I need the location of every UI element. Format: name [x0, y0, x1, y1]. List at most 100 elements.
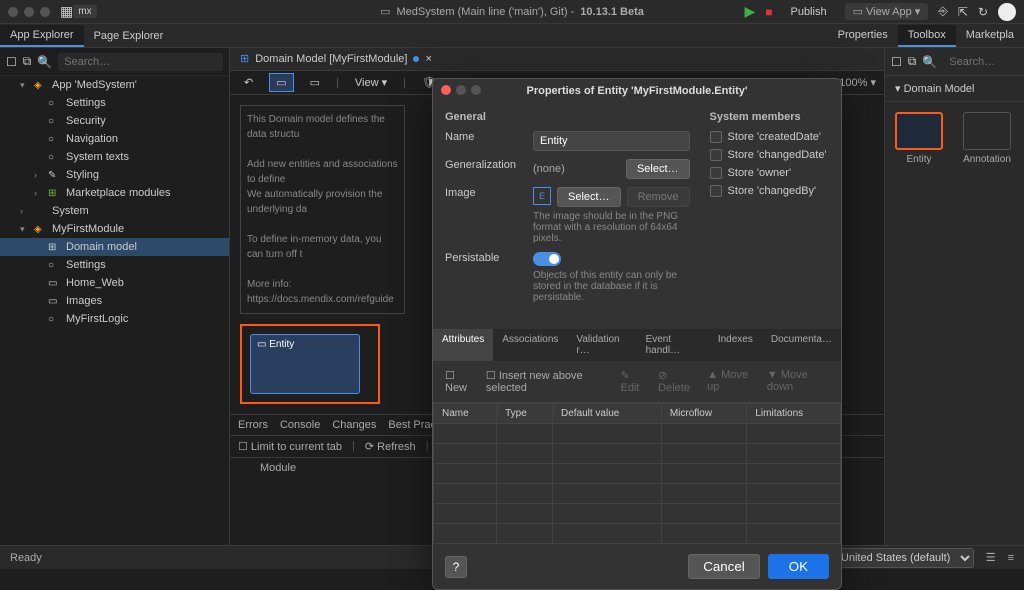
dialog-tab-documenta-[interactable]: Documenta…: [762, 329, 841, 361]
zoom-level[interactable]: 100% ▾: [839, 76, 876, 89]
table-row[interactable]: [434, 484, 841, 504]
image-remove-button: Remove: [627, 187, 690, 207]
info-text-5: More info: https://docs.mendix.com/refgu…: [247, 277, 398, 307]
toolbar-icon-1[interactable]: ⎆: [938, 4, 948, 19]
sidebar-new-icon[interactable]: ☐: [6, 55, 17, 69]
limit-tab-toggle[interactable]: ☐ Limit to current tab: [238, 440, 342, 453]
dialog-close[interactable]: [441, 85, 451, 95]
dialog-tab-attributes[interactable]: Attributes: [433, 329, 493, 361]
info-text-3: We automatically provision the underlyin…: [247, 187, 398, 217]
persistable-label: Persistable: [445, 252, 525, 264]
tab-toolbox[interactable]: Toolbox: [898, 25, 956, 47]
tree-item-navigation[interactable]: ○Navigation: [0, 130, 229, 148]
toolbar-undo-icon[interactable]: ↶: [238, 74, 259, 91]
viewapp-button[interactable]: ▭ View App ▾: [845, 3, 929, 20]
avatar[interactable]: [998, 3, 1016, 21]
cancel-button[interactable]: Cancel: [688, 554, 760, 579]
image-select-button[interactable]: Select…: [557, 187, 621, 207]
dialog-tab-indexes[interactable]: Indexes: [709, 329, 762, 361]
sidebar-search[interactable]: [58, 53, 223, 71]
toolbar-entity-icon[interactable]: ▭: [269, 73, 293, 92]
table-row[interactable]: [434, 504, 841, 524]
bottom-tab-console[interactable]: Console: [280, 419, 320, 431]
tree-item-settings[interactable]: ○Settings: [0, 256, 229, 274]
run-icon[interactable]: ▶: [744, 3, 755, 20]
table-row[interactable]: [434, 464, 841, 484]
action-insert[interactable]: ☐ Insert new above selected: [486, 369, 611, 394]
col-microflow[interactable]: Microflow: [661, 404, 747, 424]
cb-createddate[interactable]: Store 'createdDate': [710, 131, 840, 143]
toolbox-section-header[interactable]: ▾ Domain Model: [885, 76, 1024, 102]
col-name[interactable]: Name: [434, 404, 497, 424]
publish-button[interactable]: Publish: [782, 4, 834, 20]
dialog-max[interactable]: [471, 85, 481, 95]
status-ready: Ready: [10, 552, 42, 564]
view-menu[interactable]: View ▾: [349, 74, 393, 91]
dialog-tab-validation-r-[interactable]: Validation r…: [567, 329, 636, 361]
tree-item-system-texts[interactable]: ○System texts: [0, 148, 229, 166]
entity-name-input[interactable]: [533, 131, 690, 151]
tab-properties[interactable]: Properties: [828, 25, 898, 47]
action-new[interactable]: ☐ New: [445, 369, 476, 394]
col-default-value[interactable]: Default value: [552, 404, 661, 424]
tab-page-explorer[interactable]: Page Explorer: [84, 26, 174, 46]
toolbar-annotation-icon[interactable]: ▭: [304, 74, 326, 91]
toolbox-icon1[interactable]: ☐: [891, 55, 902, 69]
sidebar-copy-icon[interactable]: ⧉: [23, 54, 32, 69]
modified-dot-icon: [413, 56, 419, 62]
toolbar-icon-3[interactable]: ↻: [978, 5, 988, 19]
toolbar-icon-2[interactable]: ⇱: [958, 5, 968, 19]
tree-item-settings[interactable]: ○Settings: [0, 94, 229, 112]
cb-owner[interactable]: Store 'owner': [710, 167, 840, 179]
apps-grid-icon[interactable]: ▦: [60, 3, 73, 20]
help-button[interactable]: ?: [445, 556, 467, 578]
maximize-window[interactable]: [40, 7, 50, 17]
ok-button[interactable]: OK: [768, 554, 829, 579]
view-toggle-1[interactable]: ☰: [986, 551, 996, 564]
doc-tab-domain-model[interactable]: ⊞ Domain Model [MyFirstModule] ×: [230, 48, 442, 69]
generalization-select-button[interactable]: Select…: [626, 159, 690, 179]
tab-marketplace[interactable]: Marketpla: [956, 25, 1024, 47]
view-toggle-2[interactable]: ≡: [1008, 552, 1014, 564]
dialog-tab-event-handl-[interactable]: Event handl…: [637, 329, 709, 361]
cb-changedby[interactable]: Store 'changedBy': [710, 185, 840, 197]
bottom-tab-errors[interactable]: Errors: [238, 419, 268, 431]
tree-item-home-web[interactable]: ▭Home_Web: [0, 274, 229, 292]
cb-changeddate[interactable]: Store 'changedDate': [710, 149, 840, 161]
tool-entity[interactable]: Entity: [895, 112, 943, 165]
tree-item-domain-model[interactable]: ⊞Domain model: [0, 238, 229, 256]
generalization-label: Generalization: [445, 159, 525, 171]
stop-icon[interactable]: ■: [765, 5, 772, 19]
tree-item-styling[interactable]: ›✎Styling: [0, 166, 229, 184]
entity-box[interactable]: ▭ Entity: [250, 334, 360, 394]
action-movedown: ▼ Move down: [767, 369, 829, 394]
tree-item-myfirstlogic[interactable]: ○MyFirstLogic: [0, 310, 229, 328]
refresh-button[interactable]: ⟳ Refresh: [365, 440, 416, 453]
col-limitations[interactable]: Limitations: [747, 404, 841, 424]
tree-item-marketplace-modules[interactable]: ›⊞Marketplace modules: [0, 184, 229, 202]
tree-item-app-medsystem-[interactable]: ▾◈App 'MedSystem': [0, 76, 229, 94]
close-window[interactable]: [8, 7, 18, 17]
table-row[interactable]: [434, 524, 841, 544]
tab-app-explorer[interactable]: App Explorer: [0, 25, 84, 47]
tool-annotation[interactable]: Annotation: [963, 112, 1011, 165]
table-row[interactable]: [434, 444, 841, 464]
tree-item-myfirstmodule[interactable]: ▾◈MyFirstModule: [0, 220, 229, 238]
toolbox-icon2[interactable]: ⧉: [908, 54, 917, 69]
dialog-tab-associations[interactable]: Associations: [493, 329, 567, 361]
close-tab-icon[interactable]: ×: [425, 53, 431, 65]
bottom-tab-changes[interactable]: Changes: [332, 419, 376, 431]
toolbox-search[interactable]: [943, 53, 1024, 71]
annotation-tool-icon: [963, 112, 1011, 150]
table-row[interactable]: [434, 424, 841, 444]
tree-item-security[interactable]: ○Security: [0, 112, 229, 130]
app-version: 10.13.1 Beta: [580, 6, 644, 18]
domain-model-icon: ⊞: [240, 52, 249, 65]
tree-item-system[interactable]: ›System: [0, 202, 229, 220]
dialog-min[interactable]: [456, 85, 466, 95]
col-type[interactable]: Type: [497, 404, 553, 424]
generalization-value: (none): [533, 160, 565, 178]
tree-item-images[interactable]: ▭Images: [0, 292, 229, 310]
minimize-window[interactable]: [24, 7, 34, 17]
persistable-toggle[interactable]: [533, 252, 561, 266]
